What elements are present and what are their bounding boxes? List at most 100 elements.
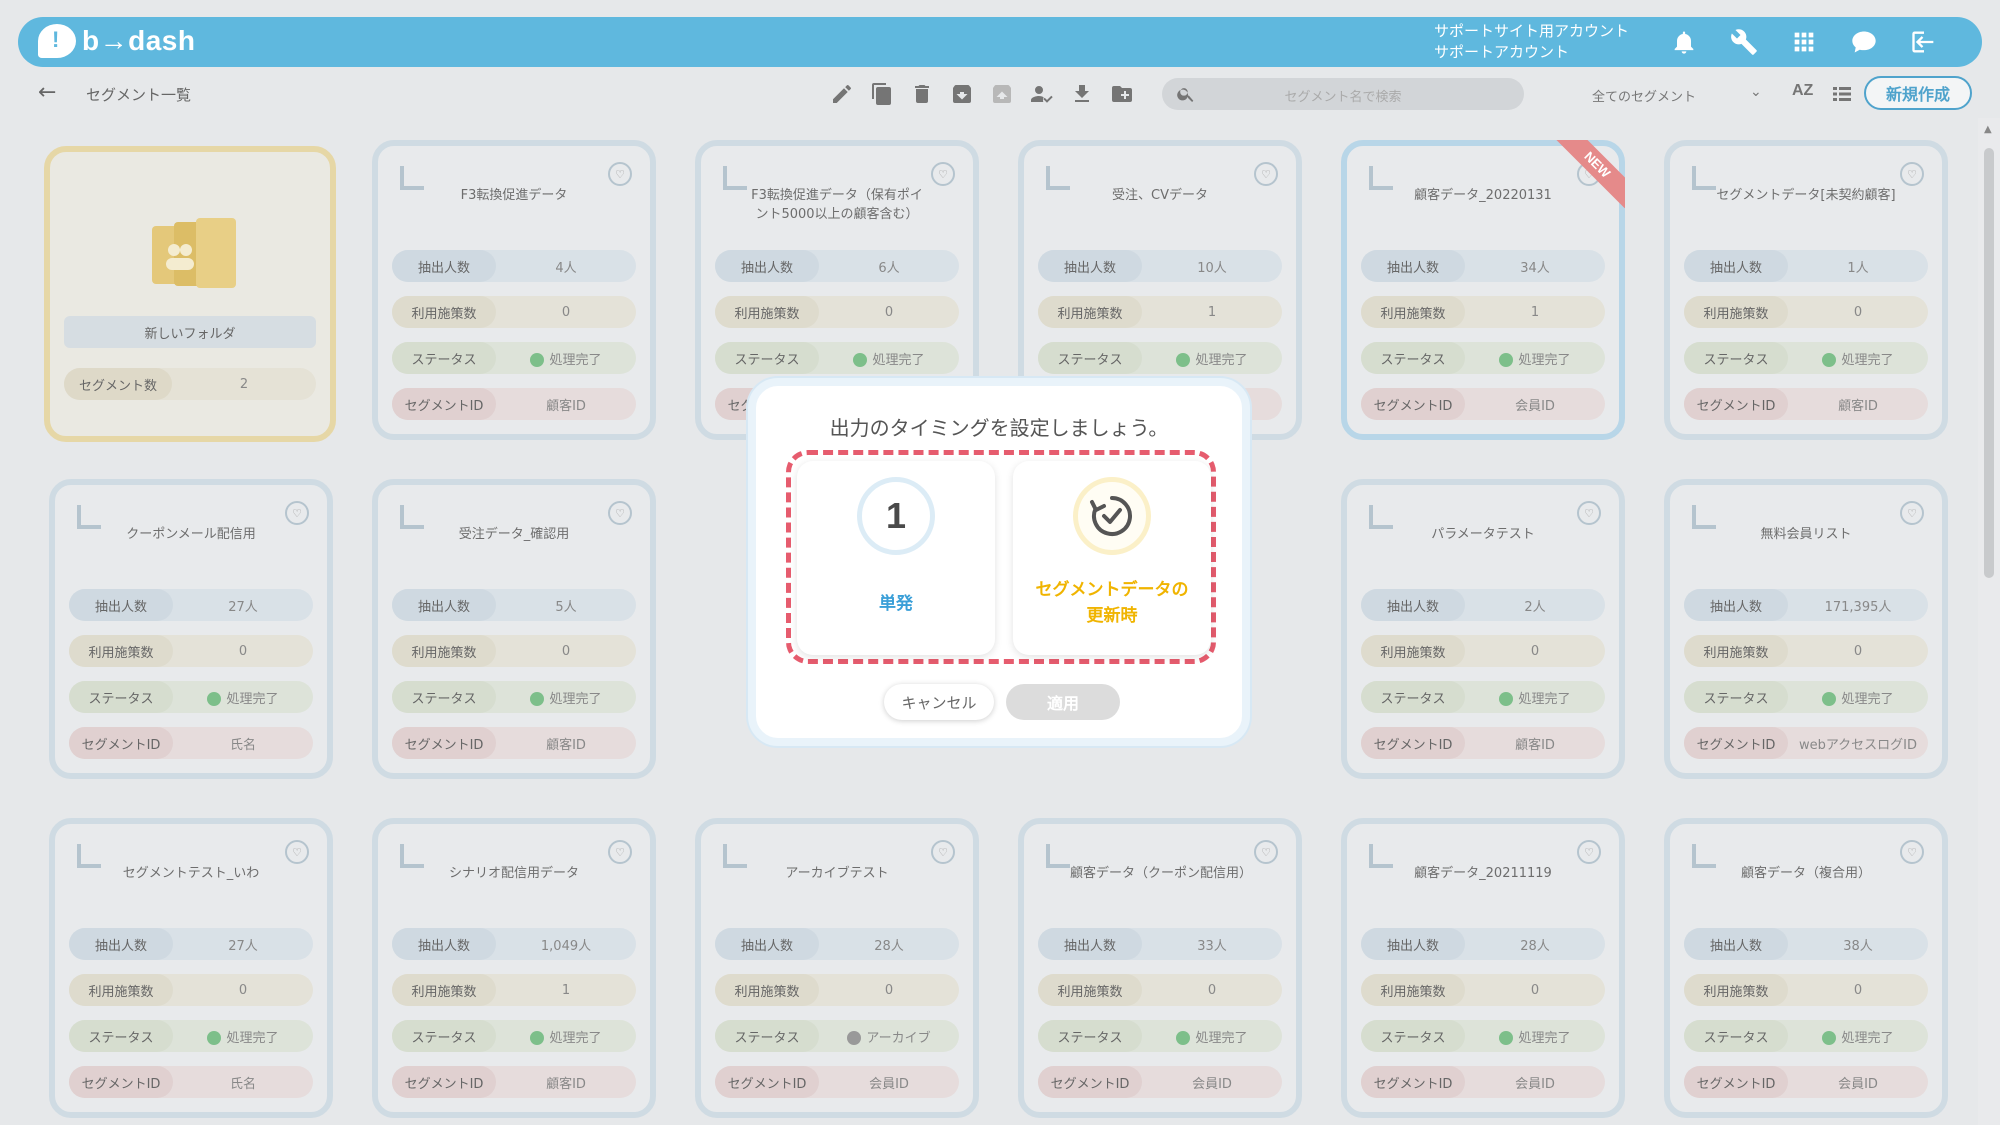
segment-id-label: セグメントID xyxy=(1684,1066,1788,1098)
card-corner-icon xyxy=(1692,505,1716,529)
segment-card[interactable]: ♡ セグメントテスト_いわ 抽出人数 27人 利用施策数 0 ステータス 処理完了 セグメントI… xyxy=(49,818,333,1118)
segment-card[interactable]: ♡ シナリオ配信用データ 抽出人数 1,049人 利用施策数 1 ステータス 処理完了 セグメン… xyxy=(372,818,656,1118)
list-view-icon[interactable] xyxy=(1830,82,1854,110)
segment-id-label: セグメントID xyxy=(392,388,496,420)
extracted-label: 抽出人数 xyxy=(1038,928,1142,960)
card-corner-icon xyxy=(1369,844,1393,868)
segment-filter-select[interactable]: 全てのセグメント ⌄ xyxy=(1540,80,1772,110)
favorite-icon[interactable]: ♡ xyxy=(1577,840,1601,864)
card-corner-icon xyxy=(1369,505,1393,529)
used-label: 利用施策数 xyxy=(1684,635,1788,667)
segment-card[interactable]: ♡ アーカイブテスト 抽出人数 28人 利用施策数 0 ステータス アーカイブ セグメントID 会… xyxy=(695,818,979,1118)
extracted-row: 抽出人数 6人 xyxy=(715,250,959,282)
create-new-button[interactable]: 新規作成 xyxy=(1864,76,1972,110)
segment-card[interactable]: ♡ 受注データ_確認用 抽出人数 5人 利用施策数 0 ステータス 処理完了 セグメントID 顧客… xyxy=(372,479,656,779)
used-row: 利用施策数 0 xyxy=(1038,974,1282,1006)
favorite-icon[interactable]: ♡ xyxy=(931,840,955,864)
user-check-icon[interactable] xyxy=(1028,80,1056,108)
status-value: 処理完了 xyxy=(1465,1020,1605,1052)
used-value: 0 xyxy=(1530,982,1540,998)
segment-card[interactable]: ♡ 無料会員リスト 抽出人数 171,395人 利用施策数 0 ステータス 処理完了 セグメント… xyxy=(1664,479,1948,779)
extracted-value: 28人 xyxy=(1520,938,1550,954)
segment-card[interactable]: ♡ F3転換促進データ 抽出人数 4人 利用施策数 0 ステータス 処理完了 セグメントID 顧客… xyxy=(372,140,656,440)
scroll-thumb[interactable] xyxy=(1984,148,1994,578)
unarchive-icon[interactable] xyxy=(988,80,1016,108)
segment-card[interactable]: ♡ NEW 顧客データ_20220131 抽出人数 34人 利用施策数 1 ステータス 処理完了… xyxy=(1341,140,1625,440)
status-text: 処理完了 xyxy=(226,1030,279,1046)
folder-add-icon[interactable] xyxy=(1108,80,1136,108)
bell-icon[interactable] xyxy=(1668,26,1700,58)
used-row: 利用施策数 0 xyxy=(69,635,313,667)
segment-card[interactable]: ♡ 顧客データ（クーポン配信用） 抽出人数 33人 利用施策数 0 ステータス 処理完了 セグメ… xyxy=(1018,818,1302,1118)
status-row: ステータス 処理完了 xyxy=(69,1020,313,1052)
used-row: 利用施策数 0 xyxy=(69,974,313,1006)
extracted-value: 171,395人 xyxy=(1824,599,1892,615)
used-label: 利用施策数 xyxy=(69,635,173,667)
status-value: 処理完了 xyxy=(819,342,959,374)
segment-card[interactable]: ♡ パラメータテスト 抽出人数 2人 利用施策数 0 ステータス 処理完了 セグメントID 顧客I… xyxy=(1341,479,1625,779)
wrench-icon[interactable] xyxy=(1728,26,1760,58)
vertical-scrollbar[interactable]: ▲ xyxy=(1978,118,2000,1125)
edit-icon[interactable] xyxy=(828,80,856,108)
extracted-value: 6人 xyxy=(878,260,900,276)
segment-card[interactable]: ♡ クーポンメール配信用 抽出人数 27人 利用施策数 0 ステータス 処理完了 セグメントID… xyxy=(49,479,333,779)
status-play-icon xyxy=(530,1031,545,1045)
favorite-icon[interactable]: ♡ xyxy=(608,840,632,864)
search-placeholder: セグメント名で検索 xyxy=(1284,90,1402,105)
favorite-icon[interactable]: ♡ xyxy=(285,501,309,525)
option-single[interactable]: 1 単発 xyxy=(797,461,995,655)
favorite-icon[interactable]: ♡ xyxy=(608,162,632,186)
app-header: b→dash サポートサイト用アカウント サポートアカウント xyxy=(18,17,1982,67)
card-title: F3転換促進データ（保有ポイント5000以上の顧客含む） xyxy=(751,188,923,222)
segment-card[interactable]: ♡ 顧客データ（複合用） 抽出人数 38人 利用施策数 0 ステータス 処理完了 セグメントID… xyxy=(1664,818,1948,1118)
favorite-icon[interactable]: ♡ xyxy=(285,840,309,864)
cancel-button[interactable]: キャンセル xyxy=(884,684,994,720)
folder-card[interactable]: 新しいフォルダ セグメント数 2 xyxy=(44,146,336,442)
favorite-icon[interactable]: ♡ xyxy=(1577,501,1601,525)
archive-icon[interactable] xyxy=(948,80,976,108)
favorite-icon[interactable]: ♡ xyxy=(1900,162,1924,186)
card-corner-icon xyxy=(1692,844,1716,868)
segment-card[interactable]: ♡ セグメントデータ[未契約顧客] 抽出人数 1人 利用施策数 0 ステータス 処理完了 セグメ… xyxy=(1664,140,1948,440)
card-corner-icon xyxy=(723,844,747,868)
status-row: ステータス 処理完了 xyxy=(1684,1020,1928,1052)
extracted-value: 27人 xyxy=(228,938,258,954)
scroll-up-icon[interactable]: ▲ xyxy=(1984,124,1992,135)
option-on-update[interactable]: セグメントデータの 更新時 xyxy=(1013,461,1211,655)
sort-az-icon[interactable]: AZ xyxy=(1792,82,1813,100)
account-site: サポートサイト用アカウント xyxy=(1434,22,1630,40)
copy-icon[interactable] xyxy=(868,80,896,108)
favorite-icon[interactable]: ♡ xyxy=(608,501,632,525)
favorite-icon[interactable]: ♡ xyxy=(1900,501,1924,525)
segment-id-row: セグメントID 会員ID xyxy=(1684,1066,1928,1098)
extracted-value: 10人 xyxy=(1197,260,1227,276)
account-info[interactable]: サポートサイト用アカウント サポートアカウント xyxy=(1434,21,1629,63)
favorite-icon[interactable]: ♡ xyxy=(1254,840,1278,864)
trash-icon[interactable] xyxy=(908,80,936,108)
status-value: 処理完了 xyxy=(496,342,636,374)
status-label: ステータス xyxy=(392,681,496,713)
logo[interactable]: b→dash xyxy=(38,24,195,58)
status-row: ステータス 処理完了 xyxy=(1361,681,1605,713)
favorite-icon[interactable]: ♡ xyxy=(1900,840,1924,864)
used-label: 利用施策数 xyxy=(1684,296,1788,328)
status-label: ステータス xyxy=(1038,1020,1142,1052)
status-label: ステータス xyxy=(1684,681,1788,713)
logo-mark-icon xyxy=(38,24,76,58)
segment-card[interactable]: ♡ 顧客データ_20211119 抽出人数 28人 利用施策数 0 ステータス 処理完了 セグメ… xyxy=(1341,818,1625,1118)
used-value: 0 xyxy=(561,304,571,320)
status-text: 処理完了 xyxy=(1518,691,1571,707)
back-arrow-icon[interactable]: ← xyxy=(38,80,56,105)
apply-button[interactable]: 適用 xyxy=(1006,684,1120,720)
segment-id-value: 顧客ID xyxy=(1515,737,1555,753)
search-input[interactable]: セグメント名で検索 xyxy=(1162,78,1524,110)
favorite-icon[interactable]: ♡ xyxy=(931,162,955,186)
chat-support-icon[interactable] xyxy=(1848,26,1880,58)
segment-id-label: セグメントID xyxy=(392,727,496,759)
logout-icon[interactable] xyxy=(1908,26,1940,58)
apps-grid-icon[interactable] xyxy=(1788,26,1820,58)
favorite-icon[interactable]: ♡ xyxy=(1254,162,1278,186)
segment-id-value: 氏名 xyxy=(229,737,256,753)
download-icon[interactable] xyxy=(1068,80,1096,108)
segment-id-row: セグメントID webアクセスログID xyxy=(1684,727,1928,759)
